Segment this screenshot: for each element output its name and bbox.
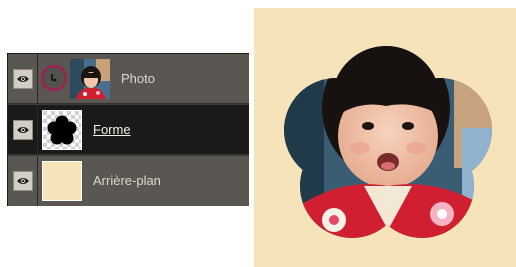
layer-thumbnail-background — [42, 161, 82, 201]
layer-thumbnail-shape — [42, 110, 82, 150]
visibility-cell — [8, 54, 38, 104]
visibility-cell — [8, 105, 38, 155]
layer-row-forme[interactable]: Forme — [8, 105, 249, 155]
layer-name[interactable]: Arrière-plan — [93, 156, 161, 206]
canvas-preview — [254, 8, 516, 267]
page: Photo Forme Arrière-plan — [0, 0, 516, 267]
visibility-cell — [8, 156, 38, 206]
layer-row-background[interactable]: Arrière-plan — [8, 156, 249, 206]
clipped-photo — [284, 46, 492, 238]
eye-icon[interactable] — [12, 120, 33, 140]
layer-name[interactable]: Forme — [93, 105, 131, 155]
clipping-mask-indicator — [41, 65, 67, 91]
layer-row-photo[interactable]: Photo — [8, 54, 249, 104]
layer-name[interactable]: Photo — [121, 54, 155, 104]
clipping-mask-arrow-icon — [51, 74, 57, 82]
eye-icon[interactable] — [12, 69, 33, 89]
layers-panel: Photo Forme Arrière-plan — [7, 53, 249, 206]
eye-icon[interactable] — [12, 171, 33, 191]
layer-thumbnail-photo — [70, 59, 110, 99]
